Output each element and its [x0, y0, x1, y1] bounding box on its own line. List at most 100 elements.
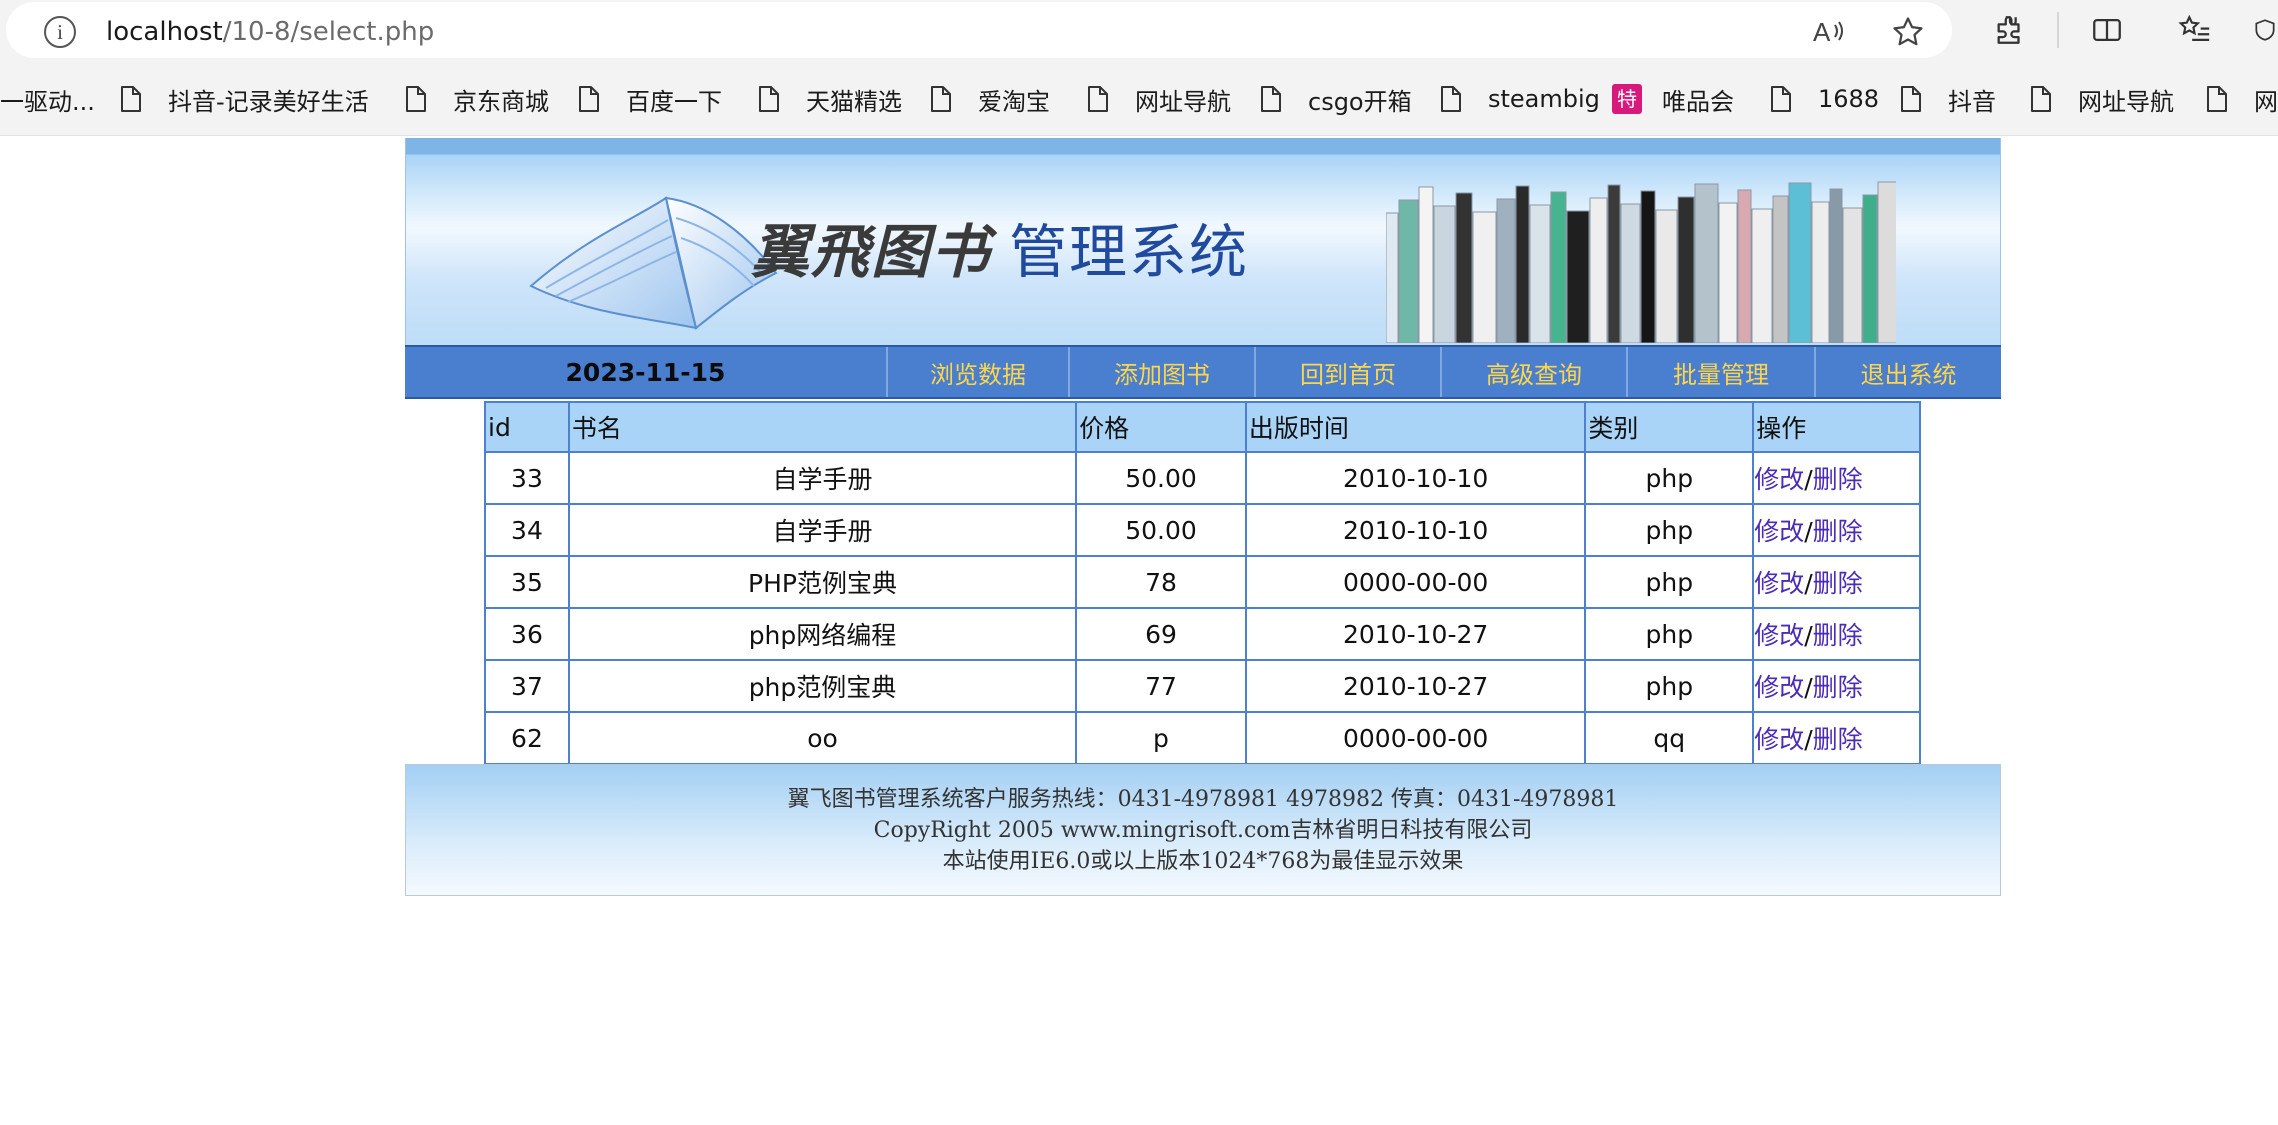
nav-advanced-search[interactable]: 高级查询	[1442, 347, 1628, 397]
bookmark-item[interactable]: 网址	[2206, 80, 2278, 118]
bookmark-item[interactable]: 1688	[1770, 80, 1879, 118]
nav-add-book[interactable]: 添加图书	[1070, 347, 1256, 397]
bookmark-label: steambig	[1488, 85, 1600, 113]
book-spine	[1433, 205, 1456, 343]
profile-icon[interactable]	[2252, 10, 2278, 50]
cell-id: 35	[484, 555, 570, 609]
bookmark-item[interactable]: 网址导航	[1087, 80, 1231, 118]
nav-home[interactable]: 回到首页	[1256, 347, 1442, 397]
table-row: 35 PHP范例宝典 78 0000-00-00 php 修改/删除	[484, 555, 1921, 609]
delete-link[interactable]: 删除	[1813, 517, 1863, 546]
cell-title: php网络编程	[567, 607, 1078, 661]
nav-logout[interactable]: 退出系统	[1816, 347, 2001, 397]
title-calligraphy: 翼飛图书	[751, 218, 992, 286]
bookmark-label: csgo开箱	[1308, 87, 1412, 116]
edit-link[interactable]: 修改	[1754, 673, 1804, 702]
edit-link[interactable]: 修改	[1754, 725, 1804, 754]
cell-publish-date: 2010-10-27	[1244, 659, 1587, 713]
table-header-row: id 书名 价格 出版时间 类别 操作	[484, 401, 1921, 453]
cell-id: 36	[484, 607, 570, 661]
favorites-list-icon[interactable]	[2175, 10, 2215, 50]
edit-link[interactable]: 修改	[1754, 569, 1804, 598]
delete-link[interactable]: 删除	[1813, 465, 1863, 494]
cell-price: p	[1075, 711, 1247, 765]
url-text[interactable]: localhost/10-8/select.php	[106, 16, 434, 48]
cell-publish-date: 2010-10-10	[1244, 503, 1587, 557]
nav-batch-manage[interactable]: 批量管理	[1628, 347, 1816, 397]
cell-actions: 修改/删除	[1752, 555, 1921, 609]
bookmark-item[interactable]: 特唯品会	[1612, 80, 1734, 118]
edit-link[interactable]: 修改	[1754, 517, 1804, 546]
cell-publish-date: 2010-10-27	[1244, 607, 1587, 661]
header-id: id	[484, 401, 570, 453]
edit-link[interactable]: 修改	[1754, 621, 1804, 650]
footer-hotline: 翼飞图书管理系统客户服务热线：0431-4978981 4978982 传真：0…	[787, 786, 1619, 812]
url-host: localhost	[106, 17, 223, 47]
page-icon	[1771, 86, 1791, 112]
book-spine	[1718, 202, 1738, 343]
bookmark-item[interactable]: 百度一下	[578, 80, 722, 118]
bookmark-item[interactable]: 抖音	[1900, 80, 1996, 118]
bookmark-item[interactable]: steambig	[1440, 80, 1600, 118]
cell-category: php	[1584, 503, 1755, 557]
cell-price: 50.00	[1075, 503, 1247, 557]
bookmark-item[interactable]: 抖音-记录美好生活	[120, 80, 369, 118]
extensions-icon[interactable]	[1990, 10, 2030, 50]
book-spine	[1862, 194, 1878, 343]
bookshelf-illustration	[1386, 181, 1896, 343]
vip-icon: 特	[1612, 84, 1642, 114]
bookmark-label: 唯品会	[1662, 87, 1734, 116]
book-spine	[1529, 204, 1551, 343]
bookmark-item[interactable]: 爱淘宝	[930, 80, 1050, 118]
book-spine	[1386, 212, 1399, 343]
cell-id: 37	[484, 659, 570, 713]
book-spine	[1607, 184, 1621, 343]
info-icon[interactable]: i	[44, 16, 76, 48]
bookmark-item[interactable]: 天猫精选	[758, 80, 902, 118]
book-spine	[1655, 209, 1678, 343]
address-bar[interactable]: i localhost/10-8/select.php A	[6, 2, 1952, 58]
book-spine	[1842, 207, 1863, 343]
split-screen-icon[interactable]	[2087, 10, 2127, 50]
page-icon	[2031, 86, 2051, 112]
bookmark-item[interactable]: csgo开箱	[1260, 80, 1412, 118]
delete-link[interactable]: 删除	[1813, 673, 1863, 702]
book-spine	[1788, 182, 1812, 343]
delete-link[interactable]: 删除	[1813, 621, 1863, 650]
title-main: 管理系统	[1009, 218, 1250, 286]
cell-category: php	[1584, 607, 1755, 661]
current-date: 2023-11-15	[405, 347, 888, 397]
header-price: 价格	[1075, 401, 1247, 453]
book-spine	[1418, 186, 1434, 343]
cell-id: 34	[484, 503, 570, 557]
book-spine	[1694, 183, 1719, 343]
bookmarks-divider	[0, 135, 2278, 136]
page-icon	[2207, 86, 2227, 112]
book-spine	[1496, 198, 1516, 343]
read-aloud-icon[interactable]: A	[1810, 12, 1850, 52]
bookmark-label: 网址导航	[1135, 87, 1231, 116]
bookmark-label: 网址导航	[2078, 87, 2174, 116]
book-spine	[1472, 211, 1497, 343]
book-spine	[1737, 189, 1752, 343]
edit-link[interactable]: 修改	[1754, 465, 1804, 494]
book-spine	[1550, 191, 1567, 343]
favorite-star-icon[interactable]	[1888, 12, 1928, 52]
cell-actions: 修改/删除	[1752, 659, 1921, 713]
footer-browser-note: 本站使用IE6.0或以上版本1024*768为最佳显示效果	[942, 848, 1464, 874]
cell-publish-date: 0000-00-00	[1244, 711, 1587, 765]
cell-price: 50.00	[1075, 451, 1247, 505]
book-spine	[1398, 199, 1419, 343]
delete-link[interactable]: 删除	[1813, 725, 1863, 754]
bookmark-item[interactable]: 网址导航	[2030, 80, 2174, 118]
page-icon	[1441, 86, 1461, 112]
bookmark-item[interactable]: 京东商城	[405, 80, 549, 118]
cell-actions: 修改/删除	[1752, 451, 1921, 505]
delete-link[interactable]: 删除	[1813, 569, 1863, 598]
cell-price: 78	[1075, 555, 1247, 609]
open-book-illustration	[529, 196, 778, 330]
cell-id: 62	[484, 711, 570, 765]
cell-title: PHP范例宝典	[567, 555, 1078, 609]
nav-browse-data[interactable]: 浏览数据	[888, 347, 1070, 397]
bookmark-item[interactable]: 一驱动...	[0, 80, 95, 118]
